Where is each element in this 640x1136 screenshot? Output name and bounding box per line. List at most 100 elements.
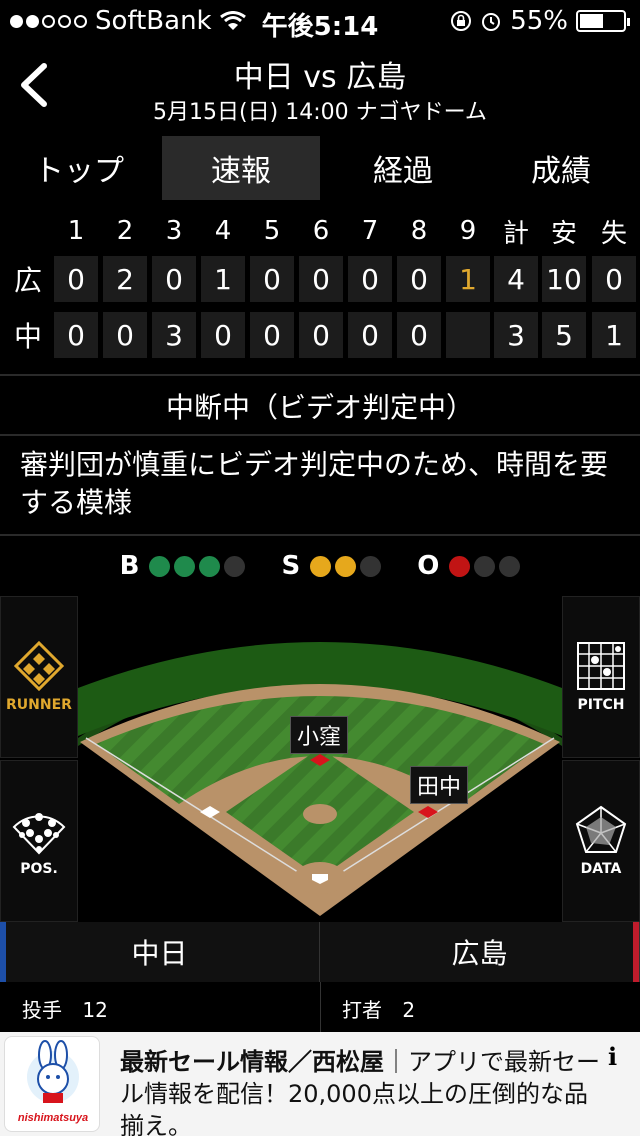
scoreboard-column-header: 6 xyxy=(312,216,330,246)
scoreboard-cell: 5 xyxy=(542,312,586,358)
ad-banner[interactable]: nishimatsuya 最新セール情報／西松屋｜アプリで最新セール情報を配信！… xyxy=(0,1032,640,1136)
scoreboard-cell: 0 xyxy=(250,256,294,302)
scoreboard-team-label: 中 xyxy=(13,320,42,353)
strike-indicator xyxy=(310,555,332,577)
data-button[interactable]: DATA xyxy=(562,760,640,922)
tab-top[interactable]: トップ xyxy=(0,136,158,200)
out-indicator xyxy=(449,555,471,577)
scoreboard-cell: 1 xyxy=(446,256,490,302)
scoreboard-team-label: 広 xyxy=(13,264,42,297)
scoreboard-row-away: 広 0 2 0 1 0 0 0 0 1 4 10 0 xyxy=(0,256,640,308)
ball-indicator xyxy=(174,555,196,577)
tab-progress[interactable]: 経過 xyxy=(324,136,482,200)
scoreboard-cell: 0 xyxy=(201,312,245,358)
scoreboard-cell: 0 xyxy=(592,256,636,302)
batter-role: 打者 xyxy=(342,998,382,1022)
scoreboard-header: 1 2 3 4 5 6 7 8 9計安失 xyxy=(0,208,640,260)
nishimatsuya-logo: nishimatsuya xyxy=(4,1036,100,1132)
ad-headline: 最新セール情報／西松屋 xyxy=(120,1048,384,1076)
pitch-label: PITCH xyxy=(577,697,625,713)
scoreboard-column-header: 1 xyxy=(67,216,85,246)
scoreboard-column-header: 9 xyxy=(459,216,477,246)
scoreboard-cell: 0 xyxy=(397,312,441,358)
team-tab-home[interactable]: 中日 xyxy=(0,922,320,982)
tab-bar: トップ 速報 経過 成績 xyxy=(0,136,640,200)
scoreboard-cell: 10 xyxy=(542,256,586,302)
scoreboard-column-header: 安 xyxy=(550,218,577,249)
ad-text: 最新セール情報／西松屋｜アプリで最新セール情報を配信！20,000点以上の圧倒的… xyxy=(120,1046,610,1136)
battery-percent: 55% xyxy=(510,6,568,36)
tab-stats[interactable]: 成績 xyxy=(482,136,640,200)
info-icon[interactable]: i xyxy=(608,1042,630,1071)
scoreboard-column-header: 4 xyxy=(214,216,232,246)
pitch-grid-icon xyxy=(577,642,625,690)
data-label: DATA xyxy=(580,861,622,877)
team-color-bar xyxy=(633,922,639,982)
scoreboard-row-home: 中00300000351 xyxy=(0,312,640,364)
scoreboard-cell xyxy=(446,312,490,358)
strike-indicator xyxy=(335,555,357,577)
team-color-bar xyxy=(0,922,6,982)
batter-info: 打者 2 xyxy=(342,994,415,1023)
ball-indicator xyxy=(224,555,246,577)
field-diagram xyxy=(78,642,562,916)
divider xyxy=(0,434,640,436)
runner-button[interactable]: RUNNER xyxy=(0,596,78,758)
game-status-title: 中断中（ビデオ判定中） xyxy=(165,391,474,424)
scoreboard-cell: 0 xyxy=(397,256,441,302)
scoreboard-cell: 3 xyxy=(494,312,538,358)
out-indicator xyxy=(499,555,521,577)
pitcher-number: 12 xyxy=(82,998,108,1022)
team-tab-away[interactable]: 広島 xyxy=(320,922,640,982)
out-indicator xyxy=(474,555,496,577)
scoreboard-cell: 2 xyxy=(103,256,147,302)
team-name-away: 広島 xyxy=(451,937,508,970)
alarm-icon xyxy=(482,13,501,31)
svg-text:nishimatsuya: nishimatsuya xyxy=(18,1112,88,1124)
strike-indicator xyxy=(360,555,382,577)
runner-label: RUNNER xyxy=(6,697,72,713)
battery-icon xyxy=(576,10,630,32)
tab-live[interactable]: 速報 xyxy=(162,136,320,200)
batter-number: 2 xyxy=(402,998,416,1022)
runner-name-second: 小窪 xyxy=(290,716,349,754)
scoreboard-cell: 1 xyxy=(592,312,636,358)
scoreboard-column-header: 2 xyxy=(116,216,134,246)
scoreboard-cell: 0 xyxy=(348,256,392,302)
count-display: B S O xyxy=(0,546,640,586)
scoreboard-cell: 0 xyxy=(299,312,343,358)
team-name-home: 中日 xyxy=(131,937,188,970)
scoreboard-cell: 4 xyxy=(494,256,538,302)
outs-label: O xyxy=(417,551,440,581)
game-info: 5月15日(日) 14:00 ナゴヤドーム xyxy=(153,100,487,125)
baseball-field: 小窪 田中 xyxy=(78,596,562,920)
game-status-message: 審判団が慎重にビデオ判定中のため、時間を要する模様 xyxy=(20,448,609,519)
scoreboard-column-header: 8 xyxy=(410,216,428,246)
divider xyxy=(0,534,640,536)
scoreboard-column-header: 5 xyxy=(263,216,281,246)
header: 中日 vs 広島 5月15日(日) 14:00 ナゴヤドーム xyxy=(0,44,640,130)
radar-chart-icon xyxy=(575,805,627,853)
scoreboard-cell: 0 xyxy=(54,312,98,358)
positions-icon xyxy=(12,813,66,855)
scoreboard-column-header: 7 xyxy=(361,216,379,246)
scoreboard-cell: 0 xyxy=(348,312,392,358)
runner-diamond-icon xyxy=(14,641,64,691)
pitch-button[interactable]: PITCH xyxy=(562,596,640,758)
ball-indicator xyxy=(149,555,171,577)
pos-label: POS. xyxy=(20,861,58,877)
scoreboard-cell: 0 xyxy=(152,256,196,302)
divider xyxy=(0,374,640,376)
status-bar: SoftBank 午後5:14 55% xyxy=(0,0,640,42)
runner-name-first: 田中 xyxy=(410,766,469,804)
ball-indicator xyxy=(199,555,221,577)
strikes-label: S xyxy=(281,551,301,581)
pos-button[interactable]: POS. xyxy=(0,760,78,922)
scoreboard-cell: 1 xyxy=(201,256,245,302)
scoreboard-column-header: 失 xyxy=(600,218,627,249)
scoreboard-column-header: 計 xyxy=(502,218,529,249)
page-title: 中日 vs 広島 xyxy=(233,60,407,95)
team-tabs: 中日 広島 xyxy=(0,922,640,982)
pitcher-info: 投手 12 xyxy=(22,994,108,1023)
scoreboard-cell: 0 xyxy=(103,312,147,358)
